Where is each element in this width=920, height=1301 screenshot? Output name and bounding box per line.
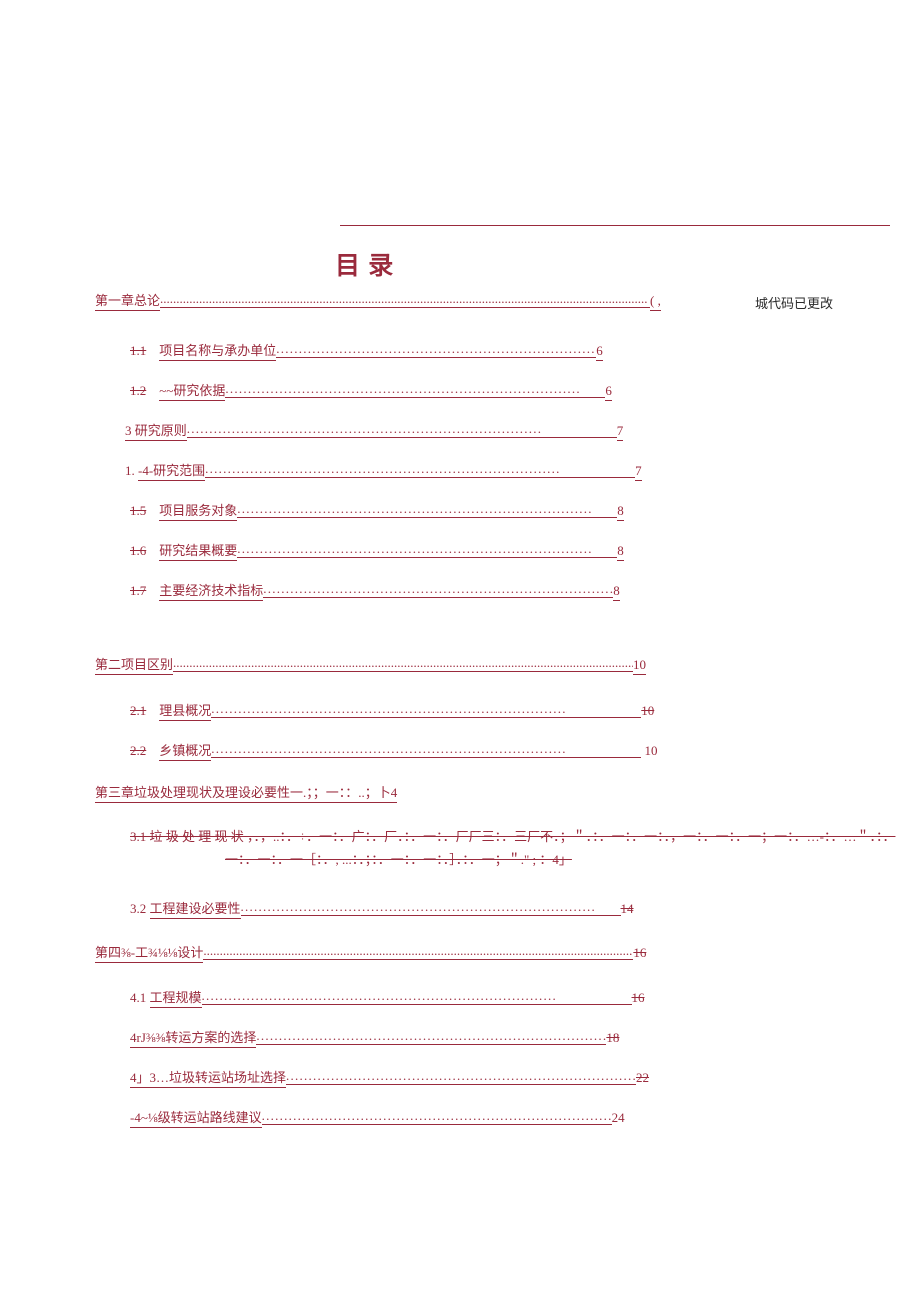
toc-label: 研究原则 — [135, 423, 187, 438]
toc-page: 8 — [617, 503, 624, 521]
toc-entry-2-1: 2.1 理县概况 10 — [95, 702, 900, 718]
leader-dots — [237, 502, 617, 518]
toc-num: 2.2 — [130, 744, 156, 757]
toc-entry-1-4: 1. -4-研究范围 7 — [95, 462, 900, 478]
toc-entry-4-2: 4rJ⅜⅜转运方案的选择 18 — [95, 1029, 900, 1045]
toc-num: 1.6 — [130, 544, 156, 557]
leader-dots — [225, 382, 605, 398]
leader-dots — [202, 989, 632, 1005]
toc-page: 24 — [612, 1110, 625, 1125]
toc-num: 3.2 — [130, 901, 146, 916]
toc-label: 主要经济技术指标 — [159, 583, 263, 598]
toc-entry-1-6: 1.6 研究结果概要 8 — [95, 542, 900, 558]
toc-chapter-4: 第四⅜-工¾⅛⅛设计 16 — [95, 944, 900, 960]
toc-page: 6 — [596, 343, 603, 361]
toc-chapter-2: 第二项目区别 10 — [95, 656, 900, 672]
toc-entry-1-2: 1.2 ~~研究依据 6 — [95, 382, 900, 398]
toc-num: 2.1 — [130, 704, 156, 717]
leader-dots — [211, 742, 641, 758]
toc-num: 1.2 — [130, 384, 156, 397]
leader-dots — [173, 656, 633, 672]
toc-entry-3-1: 3.1 垃 圾 处 理 现 状 ，．，..：．÷．一：．广：．厂．：．一：．厂厂… — [95, 825, 900, 872]
toc-label: 4rJ⅜⅜转运方案的选择 — [130, 1030, 256, 1045]
toc-chapter-3: 第三章垃圾处理现状及理设必要性一.；；一：：..；卜4 — [95, 786, 900, 799]
toc-label: 工程规模 — [150, 990, 202, 1005]
toc-label: 第三章垃圾处理现状及理设必要性一.；；一：：..；卜4 — [95, 785, 397, 803]
toc-label: 乡镇概况 — [159, 743, 211, 758]
toc-label: 工程建设必要性 — [150, 901, 241, 916]
toc-num: 1.7 — [130, 584, 156, 597]
toc-page: 10 — [641, 703, 654, 718]
toc-label: 4」3…垃圾转运站场址选择 — [130, 1070, 286, 1085]
toc-entry-2-2: 2.2 乡镇概况 10 — [95, 742, 900, 758]
toc-label: 理县概况 — [159, 703, 211, 718]
leader-dots — [187, 422, 617, 438]
toc-page: 10 — [645, 743, 658, 758]
toc-label: 第二项目区别 — [95, 657, 173, 672]
toc-page: 7 — [617, 423, 624, 441]
toc-label: 第一章总论 — [95, 293, 160, 308]
toc-num: 1.5 — [130, 504, 156, 517]
toc-entry-3-2: 3.2 工程建设必要性 14 — [95, 900, 900, 916]
toc-label: 第四⅜-工¾⅛⅛设计 — [95, 945, 203, 960]
leader-dots — [237, 542, 617, 558]
toc-body: 第一章总论 ( , 1.1 项目名称与承办单位 6 1.2 ~~研究依据 6 3 研究… — [95, 292, 900, 1149]
toc-label: -4~⅛级转运站路线建议 — [130, 1110, 262, 1125]
toc-page: 7 — [635, 463, 642, 481]
toc-page: 16 — [632, 990, 645, 1005]
toc-title: 目 录 — [335, 246, 394, 282]
toc-num: 1. — [125, 463, 135, 478]
toc-page: 8 — [617, 543, 624, 561]
toc-label: ~~研究依据 — [159, 383, 225, 398]
toc-num: 1.1 — [130, 344, 156, 357]
leader-dots — [241, 900, 621, 916]
toc-entry-4-1: 4.1 工程规模 16 — [95, 989, 900, 1005]
toc-entry-4-4: -4~⅛级转运站路线建议 24 — [95, 1109, 900, 1125]
leader-dots — [263, 582, 613, 598]
toc-num: 3 — [125, 423, 132, 438]
leader-dots — [160, 292, 650, 308]
leader-dots — [286, 1069, 636, 1085]
leader-dots — [205, 462, 635, 478]
toc-page: 14 — [621, 901, 634, 916]
toc-entry-1-3: 3 研究原则 7 — [95, 422, 900, 438]
toc-page: 18 — [606, 1030, 619, 1045]
header-rule — [340, 225, 890, 226]
leader-dots — [262, 1109, 612, 1125]
toc-suffix: ( , — [650, 293, 661, 311]
toc-page: 8 — [613, 583, 620, 601]
toc-label: 项目名称与承办单位 — [159, 343, 276, 358]
leader-dots — [203, 944, 633, 960]
toc-label: -4-研究范围 — [138, 463, 205, 478]
leader-dots — [256, 1029, 606, 1045]
toc-entry-4-3: 4」3…垃圾转运站场址选择 22 — [95, 1069, 900, 1085]
toc-page: 22 — [636, 1070, 649, 1085]
leader-dots — [211, 702, 641, 718]
toc-chapter-1: 第一章总论 ( , — [95, 292, 900, 308]
toc-text: 3.1 垃 圾 处 理 现 状 ，．，..：．÷．一：．广：．厂．：．一：．厂厂… — [130, 829, 895, 867]
toc-label: 研究结果概要 — [159, 543, 237, 558]
toc-entry-1-5: 1.5 项目服务对象 8 — [95, 502, 900, 518]
toc-label: 项目服务对象 — [159, 503, 237, 518]
toc-num: 4.1 — [130, 990, 146, 1005]
toc-page: 10 — [633, 657, 646, 675]
toc-entry-1-1: 1.1 项目名称与承办单位 6 — [95, 342, 900, 358]
toc-page: 16 — [633, 945, 646, 960]
leader-dots — [276, 342, 596, 358]
toc-entry-1-7: 1.7 主要经济技术指标 8 — [95, 582, 900, 598]
toc-page: 6 — [605, 383, 612, 401]
